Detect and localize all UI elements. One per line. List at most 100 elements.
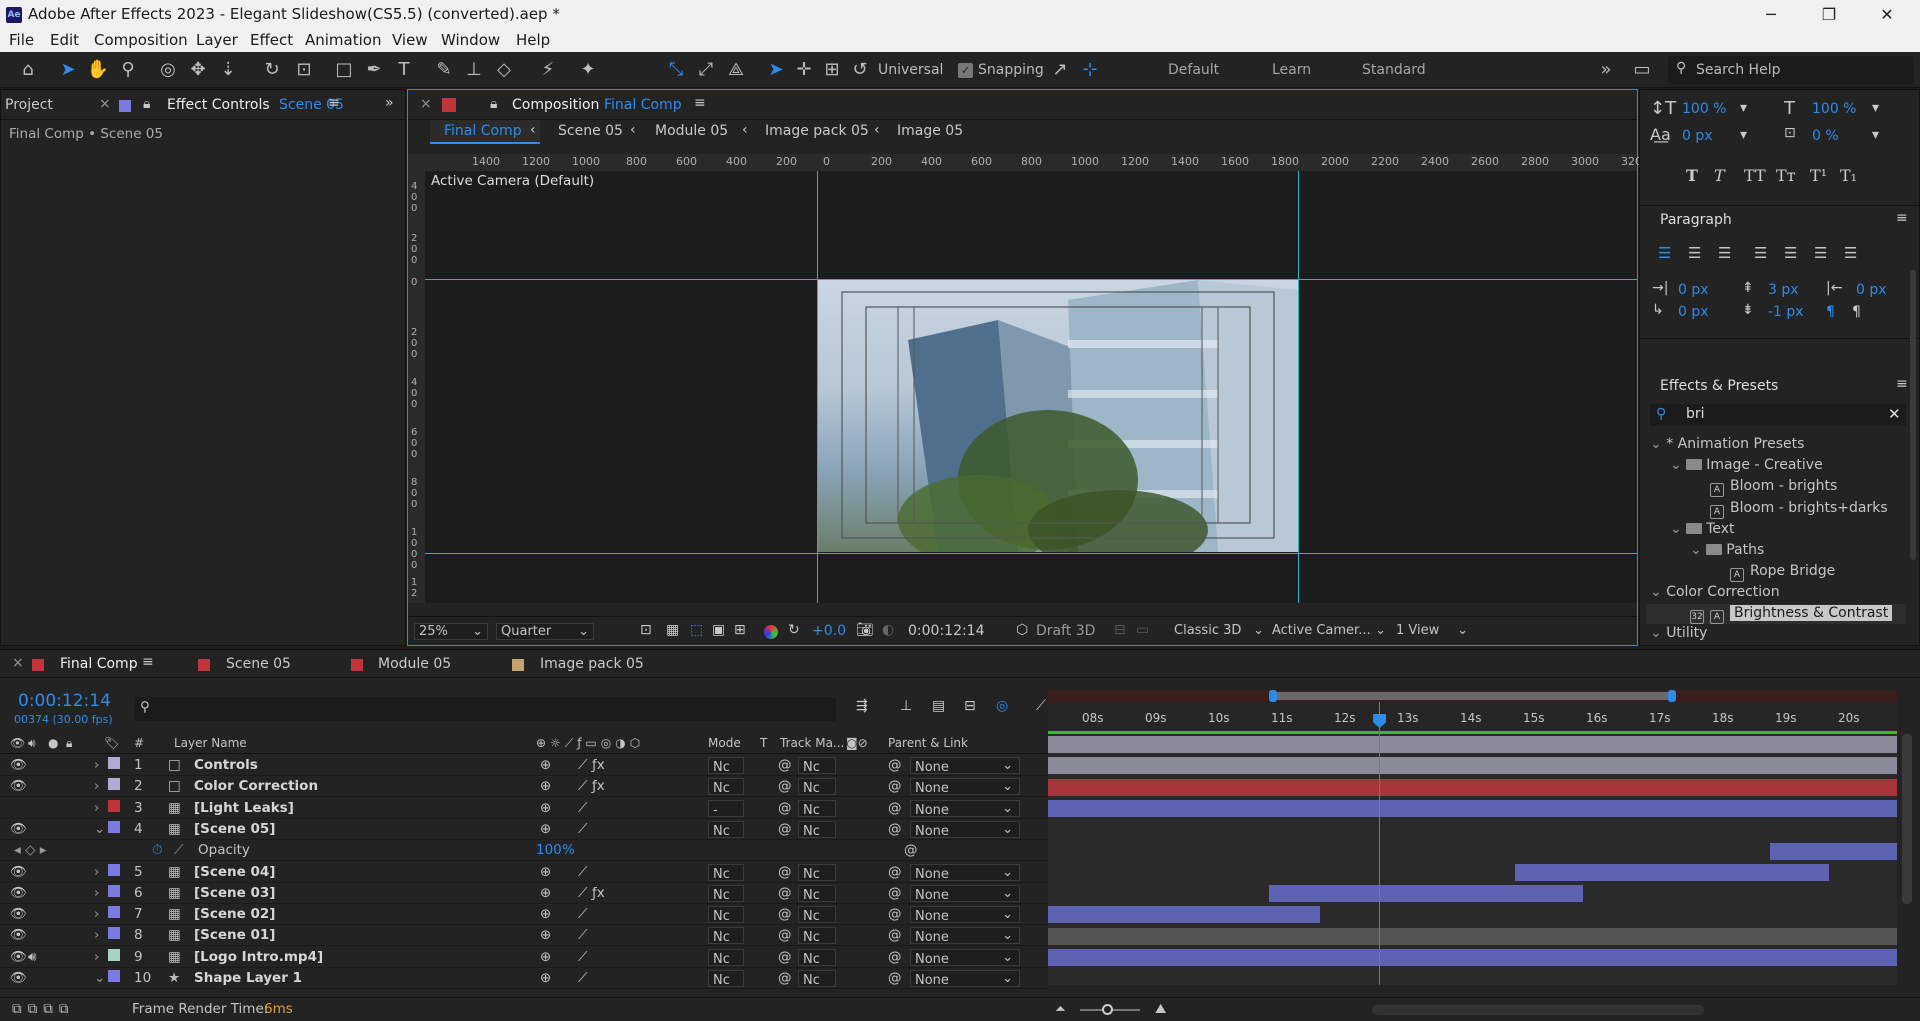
layer-duration-bar[interactable] [1514,863,1830,881]
layer-name[interactable]: [Scene 03] [194,885,275,901]
sync-settings-icon[interactable]: ▭ [1630,58,1654,82]
tab-final-comp[interactable]: Final Comp [60,656,138,672]
zoom-select[interactable]: 25% ⌄ [414,623,488,640]
select-3d-icon[interactable]: ➤ [764,58,788,82]
footer-toggle-icons[interactable]: ⧉⧉⧉⧉ [12,1001,75,1017]
track-matte-link-icon[interactable]: @ [778,864,792,880]
keyframe-nav-icon[interactable]: ◂ ◇ ▸ [14,842,47,858]
panel-menu-icon[interactable]: ≡ [1896,376,1908,392]
camera-select[interactable]: Active Camer... ⌄ [1268,623,1390,640]
type-tool-icon[interactable]: T [392,58,416,82]
track-matte-select[interactable]: Nc [798,948,836,967]
track-matte-link-icon[interactable]: @ [778,927,792,943]
layer-row[interactable]: 👁︎ ⌄ 10 ★ Shape Layer 1 ⊕ ⟋ Nc @ Nc @ None ⌄ [0,968,1047,989]
parent-select[interactable]: None ⌄ [910,884,1020,903]
quality-icon[interactable]: ⟋ [578,821,587,837]
track-matte-select[interactable]: Nc [798,970,836,988]
tree-preset-bloom-brights[interactable]: A Bloom - brights [1710,478,1837,497]
justify-all-icon[interactable]: ☰ [1844,244,1857,262]
work-area-bar[interactable] [1048,690,1897,702]
anchor-tool-icon[interactable]: ⊡ [292,58,316,82]
workspace-default[interactable]: Default [1168,62,1219,78]
shy-icon[interactable]: ⊕ [540,906,551,922]
draft-3d-toggle[interactable]: Draft 3D [1036,623,1095,639]
menu-file[interactable]: File [9,31,34,49]
home-icon[interactable]: ⌂ [16,58,40,82]
quality-icon[interactable]: ⟋ [578,906,587,922]
zoom-slider-thumb[interactable] [1102,1004,1113,1015]
layer-duration-bar[interactable] [1048,927,1897,945]
menu-window[interactable]: Window [441,31,500,49]
puppet-tool-icon[interactable]: ✦ [576,58,600,82]
label-color-swatch[interactable] [108,948,120,961]
pickwhip-icon[interactable]: @ [888,821,902,837]
track-matte-select[interactable]: Nc [798,757,836,775]
shy-icon[interactable]: ⊕ [540,949,551,965]
scale-3d-icon[interactable]: ⊞ [820,58,844,82]
quality-icon[interactable]: ⟋ [578,800,587,816]
chevron-right-icon[interactable]: › [94,864,99,880]
layer-name[interactable]: [Scene 05] [194,821,275,837]
tree-effect-brightness-contrast[interactable]: 32 A Brightness & Contrast [1690,605,1893,624]
horizontal-scale-value[interactable]: 100 % [1812,101,1856,117]
shy-icon[interactable]: ⊕ [540,970,551,986]
parent-select[interactable]: None ⌄ [910,970,1020,988]
panel-menu-icon[interactable]: ≡ [1896,210,1908,226]
blend-mode-select[interactable]: Nc [708,884,744,903]
layer-row[interactable]: 👁︎ ⌄ 4 ▦ [Scene 05] ⊕ ⟋ Nc @ Nc @ None ⌄ [0,819,1047,840]
layer-duration-bar[interactable] [1048,757,1897,775]
clear-search-icon[interactable]: ✕ [1888,405,1901,423]
pickwhip-icon[interactable]: @ [888,970,902,986]
pan-tool-icon[interactable]: ✥ [186,58,210,82]
layer-name[interactable]: [Scene 02] [194,906,275,922]
motion-blur-icon[interactable]: ◎ [996,698,1008,714]
eye-icon[interactable]: 👁︎ [10,757,27,773]
indent-first-line-value[interactable]: 0 px [1678,304,1709,320]
snap-options-icon[interactable]: ↗ [1048,58,1072,82]
shy-icon[interactable]: ⊕ [540,927,551,943]
hide-shy-icon[interactable]: ▤ [932,698,945,714]
resolution-select[interactable]: Quarter ⌄ [496,623,594,640]
faux-bold-button[interactable]: T [1686,166,1698,185]
track-area[interactable] [1048,731,1897,985]
menu-layer[interactable]: Layer [196,31,238,49]
eye-icon[interactable]: 👁︎ [10,906,27,922]
parent-select[interactable]: None ⌄ [910,778,1020,796]
horizontal-scrollbar[interactable] [1372,1005,1704,1015]
track-matte-select[interactable]: Nc [798,884,836,903]
layer-duration-bar[interactable] [1048,736,1897,753]
tab-effect-controls[interactable]: Effect Controls [167,97,270,113]
layer-row[interactable]: 👁︎ › 8 ▦ [Scene 01] ⊕ ⟋ Nc @ Nc @ None ⌄ [0,925,1047,947]
shy-icon[interactable]: ⊕ [540,885,551,901]
blend-mode-select[interactable]: - [708,799,744,818]
mask-visibility-icon[interactable]: ⬚ [690,622,703,638]
baseline-shift-value[interactable]: 0 px [1682,128,1713,144]
transparency-grid-icon[interactable]: ▦ [666,622,679,638]
pickwhip-icon[interactable]: @ [888,906,902,922]
playhead[interactable] [1373,702,1387,985]
expand-panels-icon[interactable]: » [385,95,394,111]
tab-module05[interactable]: Module 05 [378,656,451,672]
parent-select[interactable]: None ⌄ [910,948,1020,967]
blend-mode-select[interactable]: Nc [708,757,744,775]
rotate-3d-icon[interactable]: ↺ [848,58,872,82]
chevron-right-icon[interactable]: › [94,906,99,922]
eye-icon[interactable]: 👁︎ [10,778,27,794]
justify-right-icon[interactable]: ☰ [1814,244,1827,262]
quality-icon[interactable]: ⟋ [578,970,587,986]
panel-menu-icon[interactable]: ≡ [142,654,154,670]
quality-icon[interactable]: ⟋ [578,885,587,901]
label-color-swatch[interactable] [108,906,120,919]
world-axis-icon[interactable]: ⤢ [694,58,718,82]
more-workspaces-icon[interactable]: » [1594,58,1618,82]
menu-help[interactable]: Help [516,31,550,49]
label-color-swatch[interactable] [108,799,120,812]
fx-icon[interactable]: ƒx [592,885,605,901]
snap-grid-icon[interactable]: ⊹ [1078,58,1102,82]
flow-item-imagepack05[interactable]: Image pack 05 [765,123,869,139]
view-axis-icon[interactable]: ⟁ [724,58,748,82]
tree-folder-text[interactable]: ⌄ Text [1670,521,1735,537]
chevron-right-icon[interactable]: ⌄ [94,970,105,986]
close-button[interactable]: ✕ [1864,0,1910,30]
frame-blending-icon[interactable]: ⊟ [964,698,976,714]
